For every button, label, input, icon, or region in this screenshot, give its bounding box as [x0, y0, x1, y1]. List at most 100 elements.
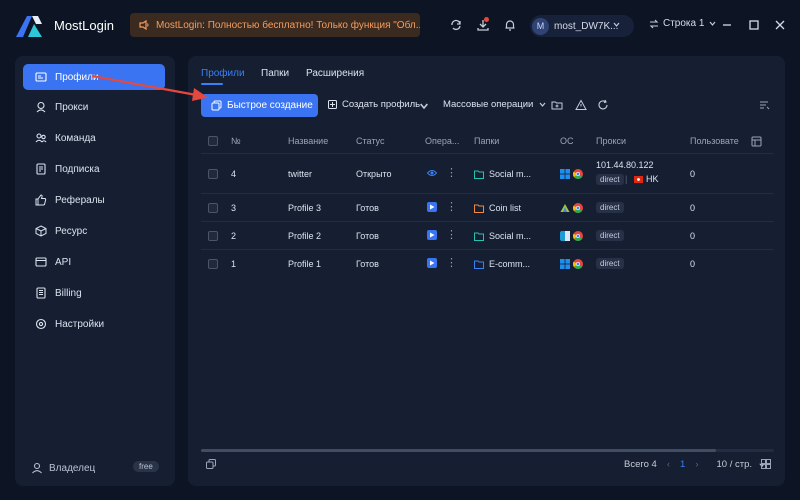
create-profile-button[interactable]: Создать профиль: [328, 99, 420, 110]
column-header[interactable]: №: [231, 136, 241, 146]
folder-cell: Coin list: [474, 203, 521, 213]
sidebar-item-label: Ресурс: [55, 225, 88, 237]
warning-icon[interactable]: [575, 99, 587, 111]
more-options-icon[interactable]: ⋮: [446, 202, 457, 213]
cube-icon: [35, 225, 47, 237]
annotation-arrow: [91, 74, 208, 101]
profile-name[interactable]: Profile 2: [288, 231, 321, 241]
launch-button[interactable]: [427, 202, 437, 212]
table-row[interactable]: 3 Profile 3 Готов ⋮ Coin list direct 0: [201, 194, 774, 221]
sidebar-item-referrals[interactable]: Рефералы: [23, 187, 165, 213]
profile-name[interactable]: Profile 3: [288, 203, 321, 213]
row-selector[interactable]: Строка 1: [649, 18, 717, 29]
column-settings-icon[interactable]: [751, 136, 762, 147]
chevron-down-icon: [613, 22, 620, 27]
folder-name: Coin list: [489, 203, 522, 213]
row-operations: ⋮: [427, 168, 457, 179]
os-cell: [560, 169, 583, 179]
folder-icon: [474, 170, 484, 179]
select-all-checkbox[interactable]: [208, 136, 218, 146]
separator: |: [625, 174, 628, 184]
bell-icon[interactable]: [503, 18, 517, 32]
row-checkbox[interactable]: [208, 259, 218, 269]
chevron-down-icon[interactable]: [418, 100, 430, 112]
grid-view-icon[interactable]: [761, 459, 771, 469]
profile-number: 3: [231, 203, 237, 213]
scrollbar-thumb[interactable]: [201, 449, 716, 452]
tab-extensions[interactable]: Расширения: [306, 68, 364, 79]
chrome-icon: [573, 169, 583, 179]
user-icon: [32, 462, 42, 474]
sidebar-item-settings[interactable]: Настройки: [23, 311, 165, 337]
plan-badge: free: [133, 461, 159, 472]
sidebar-item-team[interactable]: Команда: [23, 125, 165, 151]
folder-add-icon[interactable]: [551, 99, 563, 111]
bulk-operations-button[interactable]: Массовые операции: [443, 99, 547, 110]
profile-name[interactable]: Profile 1: [288, 259, 321, 269]
sync-icon[interactable]: [449, 18, 463, 32]
launch-button[interactable]: [427, 258, 437, 268]
more-options-icon[interactable]: ⋮: [446, 258, 457, 269]
more-options-icon[interactable]: ⋮: [446, 168, 457, 179]
horizontal-scrollbar[interactable]: [201, 449, 774, 452]
chrome-icon: [573, 259, 583, 269]
chrome-icon: [573, 203, 583, 213]
create-profile-label: Создать профиль: [342, 99, 421, 110]
add-square-icon: [328, 100, 337, 109]
launch-button[interactable]: [427, 230, 437, 240]
proxy-icon: [36, 101, 46, 113]
username: most_DW7K...: [554, 20, 619, 32]
current-page[interactable]: 1: [680, 459, 685, 470]
play-icon: [430, 260, 435, 266]
swap-icon: [649, 19, 659, 28]
column-header[interactable]: Прокси: [596, 136, 626, 146]
row-checkbox[interactable]: [208, 231, 218, 241]
folder-icon: [474, 204, 484, 213]
proxy-type-tag: direct: [596, 174, 624, 185]
table-row[interactable]: 4 twitter Открыто ⋮ Social m... 101.44.8…: [201, 157, 774, 191]
sidebar: Профили Прокси Команда Подписка Рефералы…: [15, 56, 175, 486]
proxy-type-tag: direct: [596, 258, 624, 269]
notice-banner[interactable]: MostLogin: Полностью бесплатно! Только ф…: [130, 13, 420, 37]
close-icon[interactable]: [773, 18, 787, 32]
copy-icon[interactable]: [206, 459, 216, 469]
profile-status: Открыто: [356, 169, 392, 179]
sidebar-item-resource[interactable]: Ресурс: [23, 218, 165, 244]
hk-flag-icon: [634, 175, 643, 183]
user-menu[interactable]: M most_DW7K...: [530, 15, 634, 37]
refresh-icon[interactable]: [597, 99, 609, 111]
tab-folders[interactable]: Папки: [261, 68, 289, 79]
thumb-up-icon: [35, 194, 47, 206]
chevron-down-icon: [709, 21, 716, 26]
main-panel: Профили Папки Расширения Быстрое создани…: [188, 56, 785, 486]
proxy-ip: 101.44.80.122: [596, 160, 654, 170]
profile-name[interactable]: twitter: [288, 169, 312, 179]
next-page-icon[interactable]: ›: [695, 459, 698, 470]
sidebar-item-subscription[interactable]: Подписка: [23, 156, 165, 182]
table-row[interactable]: 1 Profile 1 Готов ⋮ E-comm... direct 0: [201, 250, 774, 277]
column-header[interactable]: ОС: [560, 136, 574, 146]
minimize-icon[interactable]: [720, 18, 734, 32]
filter-list-icon[interactable]: [758, 99, 770, 111]
column-header[interactable]: Папки: [474, 136, 499, 146]
api-icon: [35, 257, 47, 267]
row-checkbox[interactable]: [208, 203, 218, 213]
column-header[interactable]: Статус: [356, 136, 384, 146]
more-options-icon[interactable]: ⋮: [446, 230, 457, 241]
column-header[interactable]: Пользовате: [690, 136, 739, 146]
maximize-icon[interactable]: [747, 18, 761, 32]
row-operations: ⋮: [427, 258, 457, 269]
column-header[interactable]: Опера...: [425, 136, 459, 146]
sidebar-item-api[interactable]: API: [23, 249, 165, 275]
eye-icon[interactable]: [427, 168, 437, 178]
os-cell: [560, 203, 583, 213]
top-bar: MostLogin MostLogin: Полностью бесплатно…: [0, 0, 800, 52]
table-row[interactable]: 2 Profile 2 Готов ⋮ Social m... direct 0: [201, 222, 774, 249]
page-size-select[interactable]: 10 / стр.: [716, 459, 752, 470]
profile-card-icon: [35, 72, 47, 82]
folder-icon: [474, 232, 484, 241]
prev-page-icon[interactable]: ‹: [667, 459, 670, 470]
column-header[interactable]: Название: [288, 136, 328, 146]
row-checkbox[interactable]: [208, 169, 218, 179]
sidebar-item-billing[interactable]: Billing: [23, 280, 165, 306]
